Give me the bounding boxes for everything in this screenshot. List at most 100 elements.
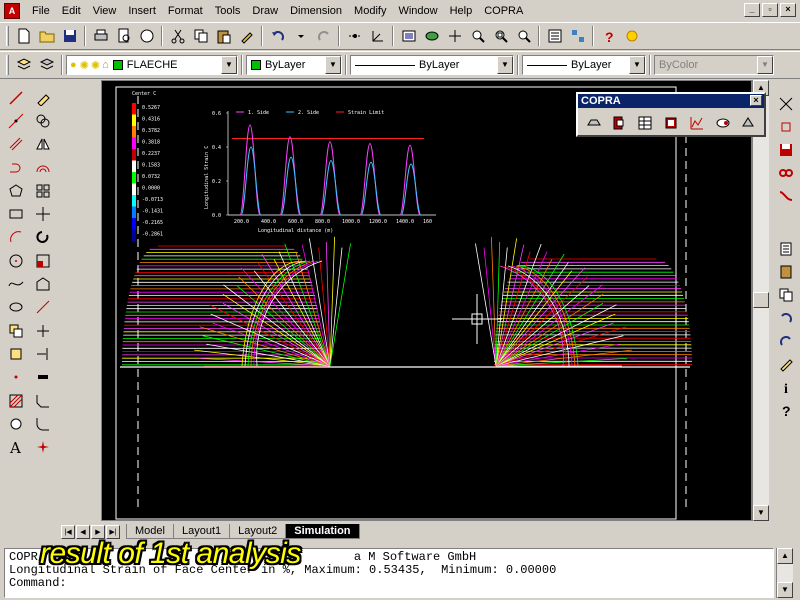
- object-snap-icon[interactable]: [774, 92, 797, 115]
- scale-icon[interactable]: [32, 249, 55, 272]
- print-preview-icon[interactable]: [112, 25, 135, 47]
- multiline-icon[interactable]: [5, 133, 28, 156]
- menu-insert[interactable]: Insert: [122, 0, 162, 22]
- color-dropdown[interactable]: ByLayer ▼: [246, 55, 342, 75]
- menu-tools[interactable]: Tools: [209, 0, 247, 22]
- lengthen-icon[interactable]: [32, 296, 55, 319]
- toolbar-grip[interactable]: [6, 26, 9, 46]
- copy-object-icon[interactable]: [32, 109, 55, 132]
- copra-fem-icon[interactable]: [737, 112, 760, 134]
- copra-title-bar[interactable]: COPRA ×: [578, 94, 764, 108]
- minimize-button[interactable]: _: [744, 3, 760, 17]
- copra-stand-icon[interactable]: [659, 112, 682, 134]
- save-layout-icon[interactable]: [774, 138, 797, 161]
- move-icon[interactable]: [32, 202, 55, 225]
- copra-toolbar[interactable]: COPRA ×: [576, 92, 766, 137]
- design-center-icon[interactable]: [566, 25, 589, 47]
- scroll-up-button[interactable]: ▲: [777, 548, 793, 564]
- chevron-down-icon[interactable]: ▼: [325, 56, 341, 74]
- break-icon[interactable]: [32, 366, 55, 389]
- paste-icon[interactable]: [212, 25, 235, 47]
- command-prompt[interactable]: Command:: [9, 577, 769, 590]
- ucs-icon[interactable]: [366, 25, 389, 47]
- layer-dropdown[interactable]: ● ✺ ✺ ⌂ FLAECHE ▼: [66, 55, 238, 75]
- 3d-orbit-icon[interactable]: [420, 25, 443, 47]
- close-button[interactable]: ×: [780, 3, 796, 17]
- menu-dimension[interactable]: Dimension: [284, 0, 348, 22]
- snap-endpoint-icon[interactable]: [774, 115, 797, 138]
- help-icon[interactable]: ?: [597, 25, 620, 47]
- offset-icon[interactable]: [32, 156, 55, 179]
- menu-file[interactable]: File: [26, 0, 56, 22]
- explode-icon[interactable]: [32, 435, 55, 458]
- chevron-down-icon[interactable]: ▼: [221, 56, 237, 74]
- cut-icon[interactable]: [166, 25, 189, 47]
- copra-chart-icon[interactable]: [685, 112, 708, 134]
- insert-block-icon[interactable]: [5, 319, 28, 342]
- fillet-icon[interactable]: [32, 412, 55, 435]
- today-icon[interactable]: [620, 25, 643, 47]
- undo-side-icon[interactable]: [774, 306, 797, 329]
- pan-icon[interactable]: [443, 25, 466, 47]
- info-icon[interactable]: i: [774, 375, 797, 398]
- chamfer-icon[interactable]: [32, 389, 55, 412]
- hatch-icon[interactable]: [5, 389, 28, 412]
- array-icon[interactable]: [32, 179, 55, 202]
- vertical-scrollbar[interactable]: ▲ ▼: [752, 80, 769, 521]
- arc-icon[interactable]: [5, 226, 28, 249]
- named-views-icon[interactable]: [397, 25, 420, 47]
- circle-icon[interactable]: [5, 249, 28, 272]
- close-icon[interactable]: ×: [750, 95, 762, 106]
- question-icon[interactable]: ?: [774, 398, 797, 421]
- linetype-dropdown[interactable]: ByLayer ▼: [350, 55, 514, 75]
- layer-manager-icon[interactable]: [12, 54, 35, 76]
- polyline-icon[interactable]: [5, 156, 28, 179]
- rectangle-icon[interactable]: [5, 202, 28, 225]
- properties-icon[interactable]: [543, 25, 566, 47]
- undo-icon[interactable]: [266, 25, 289, 47]
- paste-special-icon[interactable]: [774, 237, 797, 260]
- undo-dropdown-icon[interactable]: [289, 25, 312, 47]
- make-block-icon[interactable]: [5, 342, 28, 365]
- scroll-down-button[interactable]: ▼: [753, 505, 769, 521]
- construction-line-icon[interactable]: [5, 109, 28, 132]
- save-icon[interactable]: [58, 25, 81, 47]
- tracking-icon[interactable]: [343, 25, 366, 47]
- app-icon[interactable]: A: [4, 3, 20, 19]
- copra-simulation-icon[interactable]: [711, 112, 734, 134]
- mirror-icon[interactable]: [32, 133, 55, 156]
- ellipse-icon[interactable]: [5, 296, 28, 319]
- clipboard-icon[interactable]: [774, 260, 797, 283]
- extend-icon[interactable]: [32, 342, 55, 365]
- curve-tool-icon[interactable]: [774, 184, 797, 207]
- print-icon[interactable]: [89, 25, 112, 47]
- point-icon[interactable]: [5, 366, 28, 389]
- copra-profile-icon[interactable]: [582, 112, 605, 134]
- scrollbar-thumb[interactable]: [753, 292, 769, 308]
- chevron-down-icon[interactable]: ▼: [497, 56, 513, 74]
- open-folder-icon[interactable]: [35, 25, 58, 47]
- toolbar-grip[interactable]: [6, 55, 9, 75]
- redo-icon[interactable]: [312, 25, 335, 47]
- redo-side-icon[interactable]: [774, 329, 797, 352]
- menu-modify[interactable]: Modify: [348, 0, 392, 22]
- spline-icon[interactable]: [5, 272, 28, 295]
- menu-edit[interactable]: Edit: [56, 0, 87, 22]
- restore-button[interactable]: ▫: [762, 3, 778, 17]
- zoom-window-icon[interactable]: [489, 25, 512, 47]
- menu-copra[interactable]: COPRA: [478, 0, 529, 22]
- menu-help[interactable]: Help: [444, 0, 479, 22]
- menu-window[interactable]: Window: [392, 0, 443, 22]
- chevron-down-icon[interactable]: ▼: [629, 56, 645, 74]
- menu-draw[interactable]: Draw: [246, 0, 284, 22]
- polygon-icon[interactable]: [5, 179, 28, 202]
- chain-icon[interactable]: [774, 161, 797, 184]
- match-properties-icon[interactable]: [235, 25, 258, 47]
- publish-icon[interactable]: [135, 25, 158, 47]
- menu-format[interactable]: Format: [162, 0, 209, 22]
- rotate-icon[interactable]: [32, 226, 55, 249]
- region-icon[interactable]: [5, 412, 28, 435]
- zoom-realtime-icon[interactable]: [466, 25, 489, 47]
- line-icon[interactable]: [5, 86, 28, 109]
- copra-roll-icon[interactable]: [608, 112, 631, 134]
